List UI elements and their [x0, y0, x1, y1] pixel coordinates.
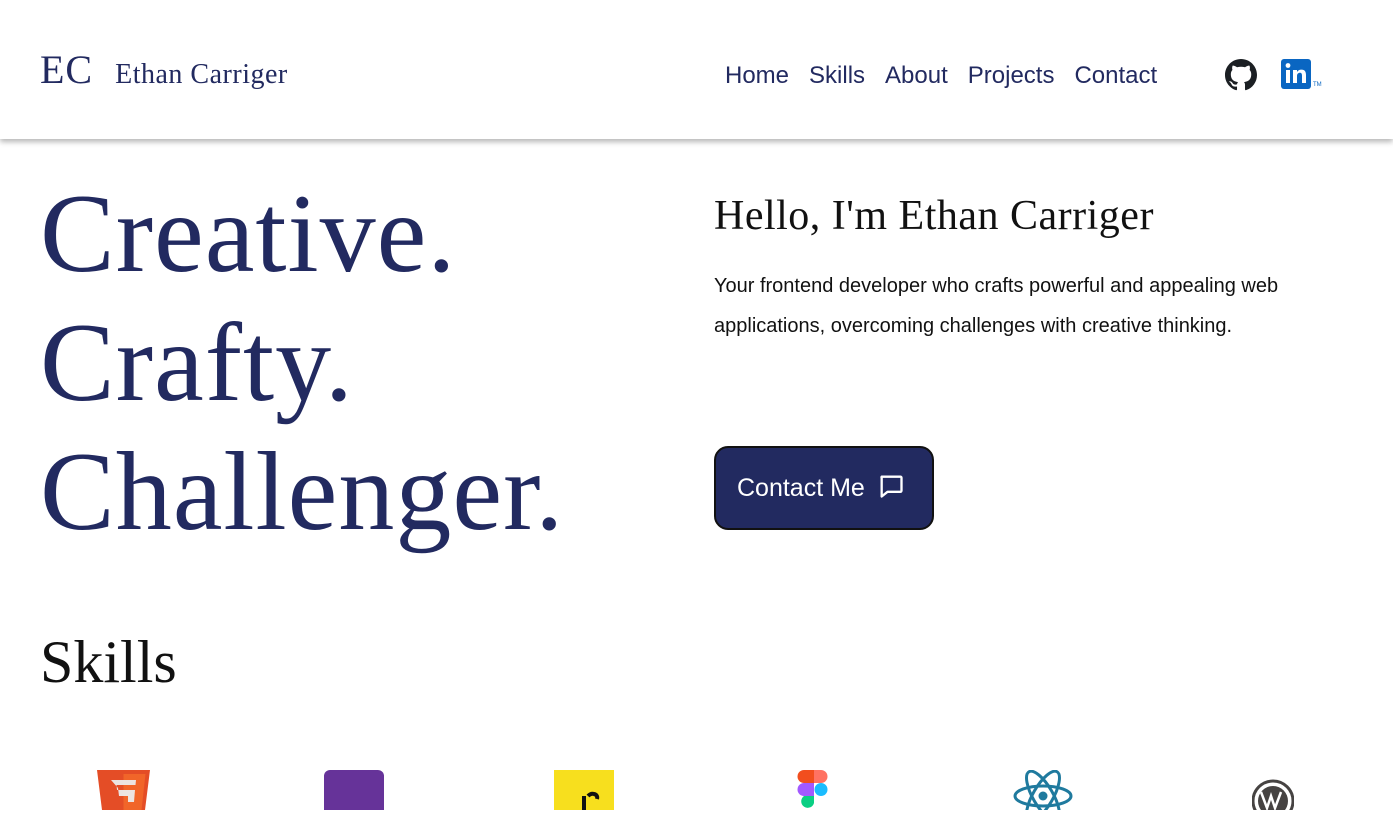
brand-logo[interactable]: EC Ethan Carriger: [40, 46, 288, 93]
nav-home[interactable]: Home: [725, 58, 789, 94]
svg-text:TM: TM: [1313, 82, 1322, 88]
nav-contact[interactable]: Contact: [1074, 58, 1157, 94]
nav-projects[interactable]: Projects: [968, 58, 1055, 94]
figma-icon: [794, 770, 834, 810]
contact-me-button[interactable]: Contact Me: [714, 446, 934, 530]
hero-word-crafty: Crafty.: [40, 301, 354, 425]
nav-skills[interactable]: Skills: [809, 58, 865, 94]
hero-tagline: Creative. Crafty. Challenger.: [40, 170, 564, 557]
github-icon[interactable]: [1225, 59, 1257, 91]
html5-icon: [97, 770, 150, 810]
skills-heading: Skills: [40, 629, 177, 695]
javascript-icon: [554, 770, 614, 810]
react-icon: [1011, 769, 1075, 815]
intro-section: Hello, I'm Ethan Carriger Your frontend …: [714, 192, 1354, 346]
intro-title: Hello, I'm Ethan Carriger: [714, 193, 1154, 239]
css-icon: [324, 770, 384, 810]
chat-bubble-icon: [877, 472, 905, 505]
linkedin-icon[interactable]: TM: [1281, 59, 1325, 89]
contact-me-label: Contact Me: [737, 473, 865, 502]
brand-name: Ethan Carriger: [115, 59, 288, 90]
nav-about[interactable]: About: [885, 58, 948, 94]
hero-word-creative: Creative.: [40, 172, 457, 296]
intro-text: Your frontend developer who crafts power…: [714, 275, 1279, 337]
hero-word-challenger: Challenger.: [40, 430, 565, 554]
site-header: EC Ethan Carriger Home Skills About Proj…: [0, 0, 1393, 139]
wordpress-icon: [1251, 770, 1295, 815]
brand-initials: EC: [40, 47, 94, 92]
main-nav: Home Skills About Projects Contact: [725, 58, 1157, 94]
